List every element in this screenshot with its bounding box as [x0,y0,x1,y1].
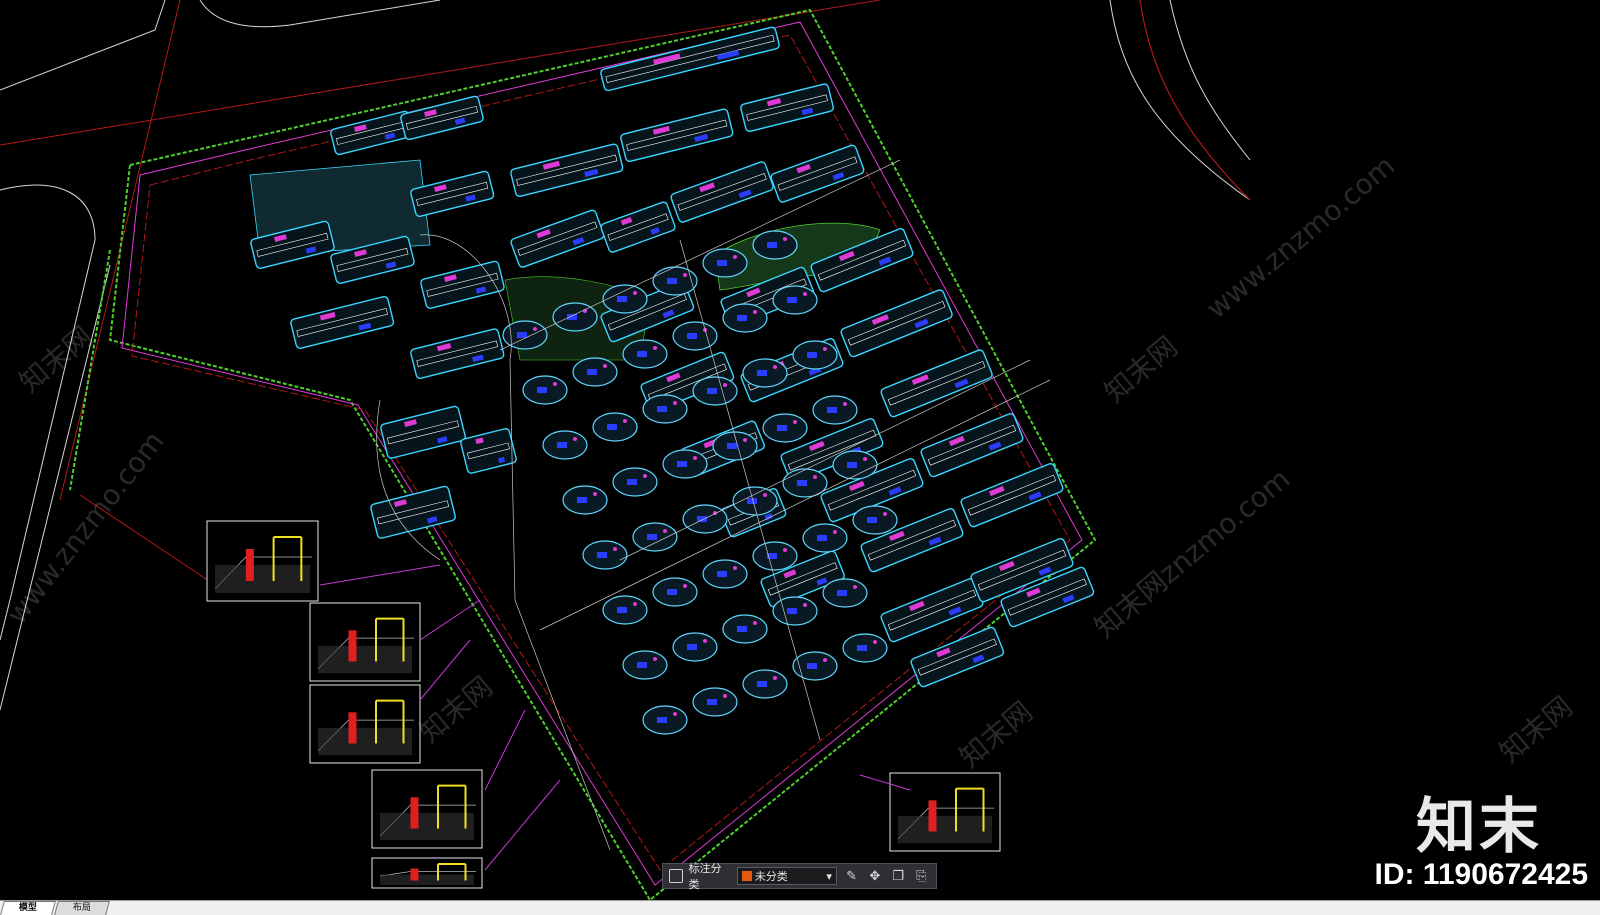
layout-tab-bar: 模型 布局 [0,900,1600,915]
apartment-block [460,428,517,474]
tab-model[interactable]: 模型 [0,901,56,915]
villa-unit [732,486,778,516]
apartment-block [370,485,456,539]
villa-unit [642,705,688,735]
villa-unit [692,687,738,717]
apartment-block [510,143,624,198]
apartment-block [510,209,605,268]
category-dropdown[interactable]: 未分类 ▾ [736,867,837,885]
villa-unit [642,394,688,424]
section-detail [206,520,319,602]
apartment-block [410,328,505,379]
apartment-block [840,289,953,358]
villa-unit [752,230,798,260]
villa-unit [842,633,888,663]
villa-clusters [502,230,898,735]
site-plan-drawing[interactable] [0,0,1600,900]
villa-unit [742,358,788,388]
villa-unit [792,340,838,370]
apartment-block [620,108,734,163]
section-detail [309,602,421,682]
apartment-block [960,463,1064,528]
villa-unit [542,430,588,460]
villa-unit [652,266,698,296]
apartment-block [920,413,1024,478]
villa-unit [802,523,848,553]
villa-unit [702,559,748,589]
move-icon[interactable]: ✥ [866,869,883,884]
section-leader [484,709,526,791]
section-detail [371,769,483,849]
section-detail [371,857,483,889]
apartment-block [600,26,780,92]
apartment-block [880,578,984,643]
villa-unit [772,596,818,626]
villa-unit [602,595,648,625]
apartment-block [380,405,466,459]
apartment-block [400,95,484,141]
apartment-block [770,144,865,203]
villa-unit [822,578,868,608]
road-edge [1109,0,1251,201]
villa-unit [592,412,638,442]
section-detail [309,684,421,764]
category-selected: 未分类 [754,870,788,883]
section-leader [319,564,441,586]
annotation-toolbar: 标注分类 未分类 ▾ ✎ ✥ ❐ ⎘ [662,862,937,891]
section-detail [889,772,1001,852]
apartment-block [880,349,993,418]
villa-unit [722,614,768,644]
villa-unit [582,540,628,570]
villa-unit [562,485,608,515]
villa-unit [812,395,858,425]
villa-unit [852,505,898,535]
apartment-block [910,626,1005,688]
category-label: 标注分类 [688,862,722,891]
villa-unit [762,413,808,443]
villa-unit [672,321,718,351]
villa-unit [672,632,718,662]
brand-logo: 知末 [1416,792,1542,862]
boundary-line [69,249,111,491]
chevron-down-icon: ▾ [826,869,832,883]
apartment-block [670,161,774,223]
apartment-block [410,170,495,218]
villa-unit [772,285,818,315]
villa-unit [632,522,678,552]
cad-viewport[interactable]: 知末网 www.znzmo.com 知末网 www.znzmo.com 知末网z… [0,0,1600,915]
villa-unit [622,339,668,369]
tab-layout[interactable]: 布局 [54,901,110,915]
villa-unit [692,376,738,406]
road-centerline [1139,0,1251,201]
color-swatch [741,871,752,881]
apartment-block [290,295,395,349]
villa-unit [622,650,668,680]
road-edge [1169,0,1251,161]
grid-icon[interactable] [669,869,683,883]
villa-unit [612,467,658,497]
villa-unit [682,504,728,534]
villa-unit [742,669,788,699]
apartment-block [420,260,505,309]
villa-unit [522,375,568,405]
paste-icon[interactable]: ⎘ [913,869,930,884]
villa-unit [752,541,798,571]
villa-unit [602,284,648,314]
image-id-label: ID: 1190672425 [1374,858,1588,891]
apartment-block [740,83,834,133]
villa-unit [572,357,618,387]
villa-unit [662,449,708,479]
villa-unit [652,577,698,607]
villa-unit [722,303,768,333]
road-edge [199,0,441,28]
copy-icon[interactable]: ❐ [889,869,906,884]
section-leader [419,599,481,641]
road-edge [0,0,166,91]
section-leader [484,779,561,871]
edit-icon[interactable]: ✎ [843,869,860,884]
villa-unit [832,450,878,480]
villa-unit [702,248,748,278]
apartment-block [600,201,676,253]
